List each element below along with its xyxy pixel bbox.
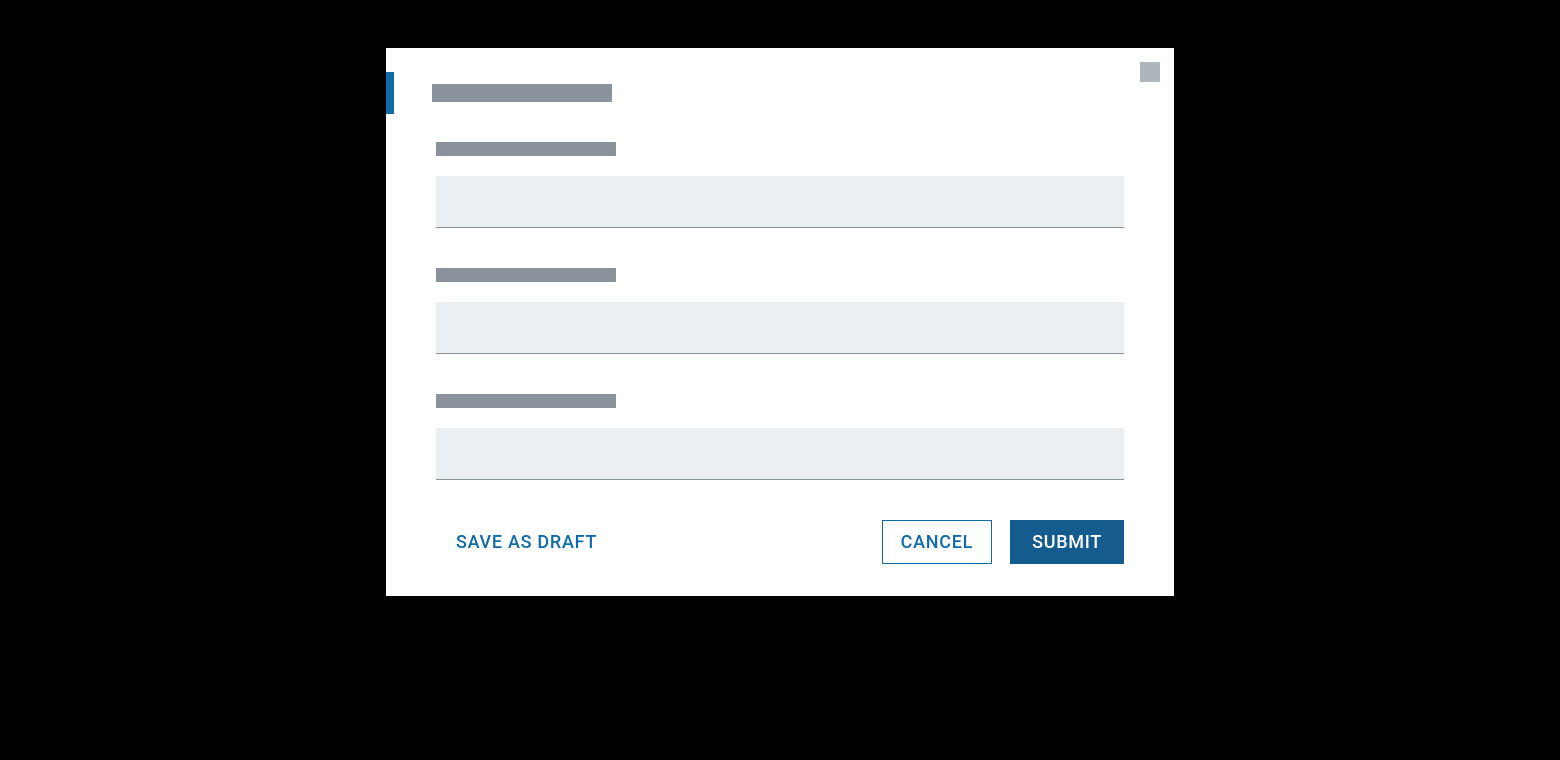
text-input-2[interactable]	[436, 302, 1124, 354]
cancel-button[interactable]: CANCEL	[882, 520, 992, 564]
save-as-draft-button[interactable]: SAVE AS DRAFT	[436, 520, 617, 564]
form-field-3	[436, 394, 1124, 480]
field-label-2	[436, 268, 616, 282]
text-input-1[interactable]	[436, 176, 1124, 228]
field-label-1	[436, 142, 616, 156]
submit-button[interactable]: SUBMIT	[1010, 520, 1124, 564]
modal-header	[386, 72, 1174, 114]
modal-title	[432, 84, 612, 102]
close-button[interactable]	[1140, 62, 1160, 82]
text-input-3[interactable]	[436, 428, 1124, 480]
field-label-3	[436, 394, 616, 408]
form-area	[386, 142, 1174, 480]
form-field-1	[436, 142, 1124, 228]
accent-bar	[386, 72, 394, 114]
button-row: SAVE AS DRAFT CANCEL SUBMIT	[386, 520, 1174, 564]
dialog-modal: SAVE AS DRAFT CANCEL SUBMIT	[386, 48, 1174, 596]
form-field-2	[436, 268, 1124, 354]
